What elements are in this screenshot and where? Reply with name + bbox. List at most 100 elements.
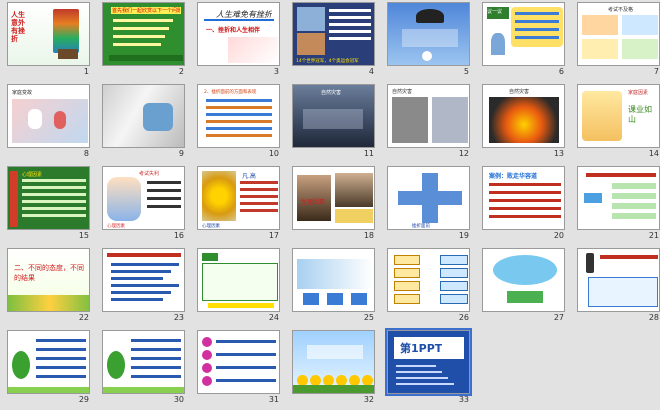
slide-thumbnail[interactable]: [102, 248, 185, 312]
slide-content: 自然灾害: [483, 85, 564, 147]
slide-thumbnail[interactable]: 自然灾害: [387, 84, 470, 148]
slide-thumbnail[interactable]: [7, 330, 90, 394]
slide-thumbnail[interactable]: 案例：败走华容道: [482, 166, 565, 230]
slide-content: 14个世界冠军，4个奥运会冠军: [293, 3, 374, 65]
title-line: [586, 173, 656, 177]
text-line: [206, 134, 272, 137]
slide-cell[interactable]: 生理因素 18: [287, 164, 382, 246]
slide-cell[interactable]: 凡.高 心理因素 17: [192, 164, 287, 246]
slide-cell[interactable]: 24: [192, 246, 287, 328]
slide-number: 18: [363, 231, 374, 240]
slide-content: 心理因素: [8, 167, 89, 229]
slide-thumbnail[interactable]: 自然灾害: [292, 84, 375, 148]
text-line: [329, 30, 371, 33]
slide-cell[interactable]: 家庭因素 课业如山 14: [572, 82, 660, 164]
slide-thumbnail[interactable]: [102, 330, 185, 394]
slide-cell[interactable]: 9: [97, 82, 192, 164]
slide-thumbnail[interactable]: [197, 330, 280, 394]
slide-cell[interactable]: 25: [287, 246, 382, 328]
slide-thumbnail[interactable]: [197, 248, 280, 312]
slide-cell[interactable]: 自然灾害 13: [477, 82, 572, 164]
slide-cell[interactable]: 23: [97, 246, 192, 328]
slide-thumbnail[interactable]: 第1PPT: [385, 328, 472, 396]
slide-cell[interactable]: 自然灾害 11: [287, 82, 382, 164]
slide-cell[interactable]: 人生意外有挫折 1: [2, 0, 97, 82]
text-line: [22, 193, 86, 196]
slide-thumbnail[interactable]: 考试失利 心理因素: [102, 166, 185, 230]
slide-thumbnail[interactable]: 生理因素: [292, 166, 375, 230]
arrow-shape: [398, 191, 462, 205]
text-line: [240, 209, 278, 212]
slide-cell[interactable]: 26: [382, 246, 477, 328]
slide-thumbnail[interactable]: [577, 166, 660, 230]
slide-thumbnail[interactable]: 自然灾害: [482, 84, 565, 148]
text-line: [396, 377, 448, 379]
slide-cell[interactable]: 家庭变故 8: [2, 82, 97, 164]
slide-sorter-grid: 人生意外有挫折 1 首先我们一起欣赏以下一个问题 2 人生难免有挫折 一、挫折和人生相伴 3…: [0, 0, 660, 410]
slide-thumbnail[interactable]: [292, 330, 375, 394]
slide-cell[interactable]: 5: [382, 0, 477, 82]
cartoon-image: [107, 177, 141, 221]
slide-thumbnail[interactable]: [482, 248, 565, 312]
text-line: [147, 205, 181, 208]
slide-cell[interactable]: 考试不及格 7: [572, 0, 660, 82]
slide-cell[interactable]: 27: [477, 246, 572, 328]
slide-thumbnail[interactable]: [387, 2, 470, 66]
slide-thumbnail[interactable]: [577, 248, 660, 312]
text-line: [111, 291, 171, 294]
slide-cell[interactable]: 29: [2, 328, 97, 410]
slide-thumbnail[interactable]: 2、挫折面前的方面和表现: [197, 84, 280, 148]
slide-thumbnail[interactable]: 14个世界冠军，4个奥运会冠军: [292, 2, 375, 66]
node: [612, 183, 656, 189]
slide-title: 心理因素: [22, 172, 43, 178]
slide-thumbnail[interactable]: 家庭因素 课业如山: [577, 84, 660, 148]
slide-thumbnail[interactable]: 首先我们一起欣赏以下一个问题: [102, 2, 185, 66]
text-line: [489, 183, 561, 186]
slide-thumbnail[interactable]: 心理因素: [7, 166, 90, 230]
node: [394, 268, 420, 278]
slide-cell[interactable]: 心理因素 15: [2, 164, 97, 246]
slide-cell[interactable]: 21: [572, 164, 660, 246]
slide-cell[interactable]: 挫折面前 19: [382, 164, 477, 246]
side-bar: [10, 171, 18, 227]
slide-cell[interactable]: 14个世界冠军，4个奥运会冠军 4: [287, 0, 382, 82]
slide-content: 生理因素: [293, 167, 374, 229]
slide-cell[interactable]: 首先我们一起欣赏以下一个问题 2: [97, 0, 192, 82]
slide-thumbnail[interactable]: 议一议: [482, 2, 565, 66]
slide-cell[interactable]: 二、不同的态度，不同的结果 22: [2, 246, 97, 328]
slide-caption: 14个世界冠军，4个奥运会冠军: [296, 59, 359, 64]
text-line: [36, 357, 86, 360]
slide-thumbnail[interactable]: 挫折面前: [387, 166, 470, 230]
slide-thumbnail[interactable]: [387, 248, 470, 312]
slide-content: 凡.高 心理因素: [198, 167, 279, 229]
slide-cell[interactable]: 案例：败走华容道 20: [477, 164, 572, 246]
slide-thumbnail[interactable]: 人生难免有挫折 一、挫折和人生相伴: [197, 2, 280, 66]
slide-number: 33: [458, 395, 469, 404]
slide-cell[interactable]: 2、挫折面前的方面和表现 10: [192, 82, 287, 164]
slide-cell[interactable]: 考试失利 心理因素 16: [97, 164, 192, 246]
slide-cell[interactable]: 议一议 6: [477, 0, 572, 82]
slide-thumbnail[interactable]: 考试不及格: [577, 2, 660, 66]
slide-cell[interactable]: 28: [572, 246, 660, 328]
text-box: [588, 277, 658, 307]
slide-content: 首先我们一起欣赏以下一个问题: [103, 3, 184, 65]
slide-title: 挫折面前: [412, 224, 430, 229]
text-line: [22, 179, 86, 182]
slide-number: 6: [558, 67, 564, 76]
slide-cell[interactable]: 32: [287, 328, 382, 410]
slide-cell[interactable]: 自然灾害 12: [382, 82, 477, 164]
title-line: [107, 253, 181, 257]
slide-thumbnail[interactable]: 人生意外有挫折: [7, 2, 90, 66]
slide-thumbnail[interactable]: 二、不同的态度，不同的结果: [7, 248, 90, 312]
slide-cell[interactable]: 第1PPT 33: [382, 328, 477, 410]
slide-thumbnail[interactable]: [102, 84, 185, 148]
text-line: [489, 191, 561, 194]
slide-cell[interactable]: 人生难免有挫折 一、挫折和人生相伴 3: [192, 0, 287, 82]
photo: [432, 97, 468, 143]
slide-thumbnail[interactable]: 凡.高 心理因素: [197, 166, 280, 230]
slide-thumbnail[interactable]: 家庭变故: [7, 84, 90, 148]
slide-cell[interactable]: 30: [97, 328, 192, 410]
slide-cell[interactable]: 31: [192, 328, 287, 410]
slide-number: 27: [553, 313, 564, 322]
slide-thumbnail[interactable]: [292, 248, 375, 312]
